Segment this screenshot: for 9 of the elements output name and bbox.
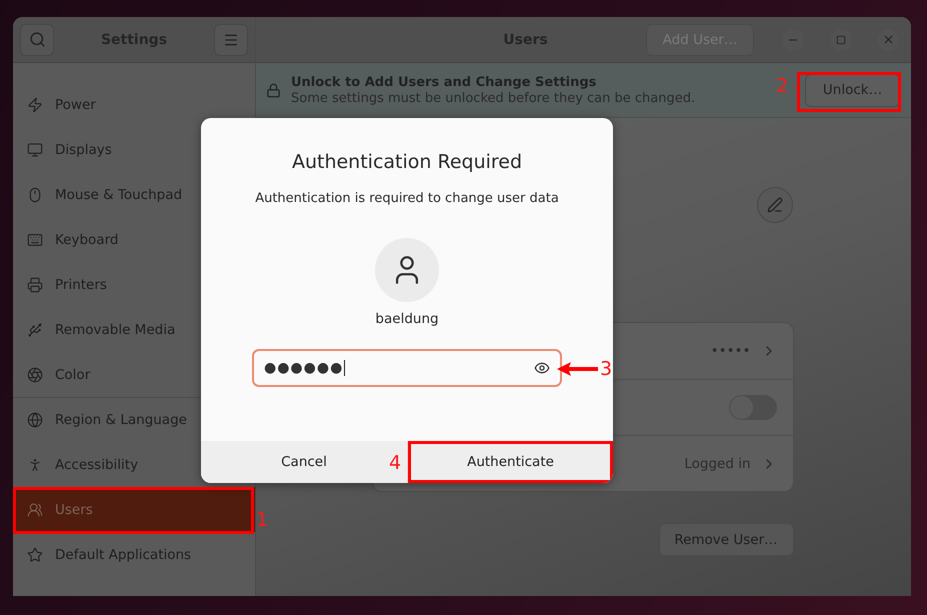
username: baeldung: [375, 311, 439, 327]
step-number: 3: [600, 360, 612, 379]
step-number: 1: [256, 511, 268, 530]
dialog-title: Authentication Required: [292, 151, 522, 173]
dialog-message: Authentication is required to change user data: [255, 191, 559, 206]
row-value: •••••: [710, 343, 750, 359]
step-number: 2: [776, 77, 788, 96]
step-number: 4: [389, 454, 402, 473]
banner-title: Unlock to Add Users and Change Settings: [291, 74, 596, 90]
